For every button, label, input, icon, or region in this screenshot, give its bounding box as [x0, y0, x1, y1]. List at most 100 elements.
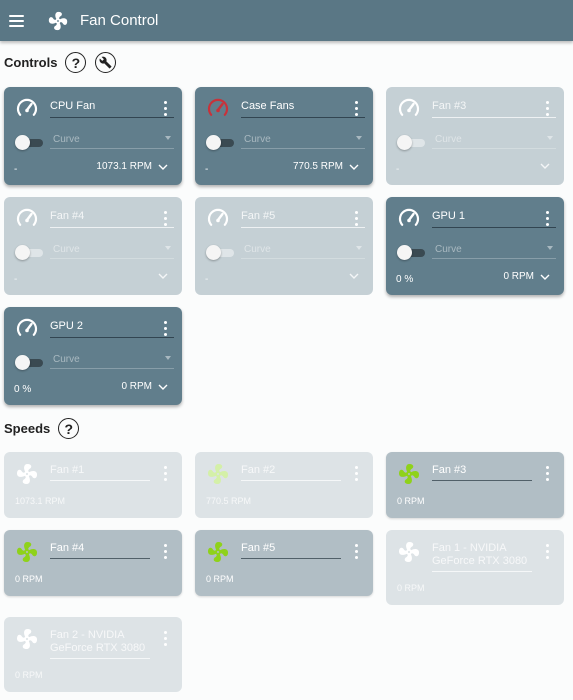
control-name-input[interactable]: GPU 1: [432, 209, 556, 228]
curve-select-value: Curve: [53, 244, 80, 255]
speed-rpm: 0 RPM: [206, 574, 234, 584]
more-vert-icon[interactable]: [164, 466, 167, 481]
speeds-help-button[interactable]: ?: [58, 418, 80, 439]
speedometer-icon: [16, 208, 38, 226]
speeds-title: Speeds: [4, 421, 51, 436]
more-vert-icon[interactable]: [164, 544, 167, 559]
speed-name-input[interactable]: Fan #3: [432, 464, 532, 481]
rpm-expand[interactable]: 0 RPM: [503, 271, 550, 282]
more-vert-icon[interactable]: [355, 211, 358, 226]
control-card: GPU 1 Curve 0 % 0 RPM: [386, 197, 564, 295]
speedometer-icon: [207, 208, 229, 226]
more-vert-icon[interactable]: [546, 211, 549, 226]
curve-select[interactable]: Curve: [432, 241, 556, 259]
controls-header: Controls ?: [4, 52, 117, 73]
fan-icon: [208, 464, 229, 484]
curve-select[interactable]: Curve: [432, 131, 556, 149]
control-percent: -: [205, 274, 209, 285]
control-card: Fan #3 Curve -: [386, 87, 564, 185]
rpm-expand[interactable]: [540, 161, 550, 171]
control-rpm: 0 RPM: [121, 381, 152, 392]
more-vert-icon[interactable]: [355, 101, 358, 116]
more-vert-icon[interactable]: [546, 101, 549, 116]
enable-toggle[interactable]: [15, 245, 43, 260]
curve-select-value: Curve: [435, 134, 462, 145]
rpm-expand[interactable]: [349, 271, 359, 281]
curve-select[interactable]: Curve: [50, 241, 174, 259]
more-vert-icon[interactable]: [355, 466, 358, 481]
enable-toggle[interactable]: [206, 135, 234, 150]
speed-name-input[interactable]: Fan 1 - NVIDIA GeForce RTX 3080: [432, 542, 532, 572]
fan-icon: [17, 464, 38, 484]
control-percent: -: [14, 164, 18, 175]
control-name-input[interactable]: Case Fans: [241, 99, 365, 118]
curve-select[interactable]: Curve: [50, 131, 174, 149]
more-vert-icon[interactable]: [355, 544, 358, 559]
speeds-header: Speeds ?: [4, 418, 80, 439]
control-name-input[interactable]: GPU 2: [50, 319, 174, 338]
speed-name-input[interactable]: Fan #2: [241, 464, 341, 481]
menu-icon[interactable]: [9, 14, 24, 27]
control-name-input[interactable]: Fan #4: [50, 209, 174, 228]
rpm-expand[interactable]: 1073.1 RPM: [96, 161, 168, 172]
control-percent: -: [205, 164, 209, 175]
speedometer-icon: [16, 98, 38, 116]
dropdown-arrow-icon: [165, 246, 171, 250]
speed-card: Fan #1 1073.1 RPM: [4, 452, 182, 518]
control-name-input[interactable]: CPU Fan: [50, 99, 174, 118]
speed-name-input[interactable]: Fan 2 - NVIDIA GeForce RTX 3080: [50, 629, 150, 659]
control-percent: -: [396, 164, 400, 175]
rpm-expand[interactable]: 770.5 RPM: [293, 161, 359, 172]
speedometer-icon: [398, 98, 420, 116]
help-icon: ?: [71, 54, 81, 71]
curve-select[interactable]: Curve: [241, 241, 365, 259]
curve-select[interactable]: Curve: [50, 351, 174, 369]
fan-icon: [208, 542, 229, 562]
fan-icon: [17, 542, 38, 562]
control-card: CPU Fan Curve - 1073.1 RPM: [4, 87, 182, 185]
more-vert-icon[interactable]: [164, 101, 167, 116]
dropdown-arrow-icon: [547, 246, 553, 250]
chevron-down-icon: [540, 163, 550, 169]
speed-name-input[interactable]: Fan #4: [50, 542, 150, 559]
chevron-down-icon: [158, 164, 168, 170]
dropdown-arrow-icon: [356, 246, 362, 250]
chevron-down-icon: [540, 274, 550, 280]
rpm-expand[interactable]: 0 RPM: [121, 381, 168, 392]
wrench-icon: [99, 56, 112, 69]
more-vert-icon[interactable]: [164, 321, 167, 336]
controls-help-button[interactable]: ?: [65, 52, 87, 73]
control-rpm: 0 RPM: [503, 271, 534, 282]
speedometer-icon: [207, 98, 229, 116]
speed-rpm: 0 RPM: [15, 574, 43, 584]
control-card: Case Fans Curve - 770.5 RPM: [195, 87, 373, 185]
fan-icon: [399, 542, 420, 562]
help-icon: ?: [64, 420, 74, 437]
speed-name-input[interactable]: Fan #1: [50, 464, 150, 481]
chevron-down-icon: [158, 273, 168, 279]
app-title: Fan Control: [80, 12, 159, 29]
enable-toggle[interactable]: [397, 245, 425, 260]
dropdown-arrow-icon: [356, 136, 362, 140]
enable-toggle[interactable]: [15, 135, 43, 150]
curve-select[interactable]: Curve: [241, 131, 365, 149]
enable-toggle[interactable]: [397, 135, 425, 150]
more-vert-icon[interactable]: [546, 544, 549, 559]
enable-toggle[interactable]: [15, 355, 43, 370]
control-name-input[interactable]: Fan #5: [241, 209, 365, 228]
more-vert-icon[interactable]: [164, 631, 167, 646]
control-percent: 0 %: [14, 384, 32, 395]
rpm-expand[interactable]: [158, 271, 168, 281]
speed-name-input[interactable]: Fan #5: [241, 542, 341, 559]
more-vert-icon[interactable]: [164, 211, 167, 226]
speed-card: Fan #5 0 RPM: [195, 530, 373, 596]
controls-title: Controls: [4, 55, 58, 70]
dropdown-arrow-icon: [165, 136, 171, 140]
control-percent: 0 %: [396, 274, 414, 285]
app-bar: Fan Control: [0, 0, 573, 41]
enable-toggle[interactable]: [206, 245, 234, 260]
control-name-input[interactable]: Fan #3: [432, 99, 556, 118]
more-vert-icon[interactable]: [546, 466, 549, 481]
controls-settings-button[interactable]: [95, 52, 117, 73]
fan-icon: [17, 629, 38, 649]
